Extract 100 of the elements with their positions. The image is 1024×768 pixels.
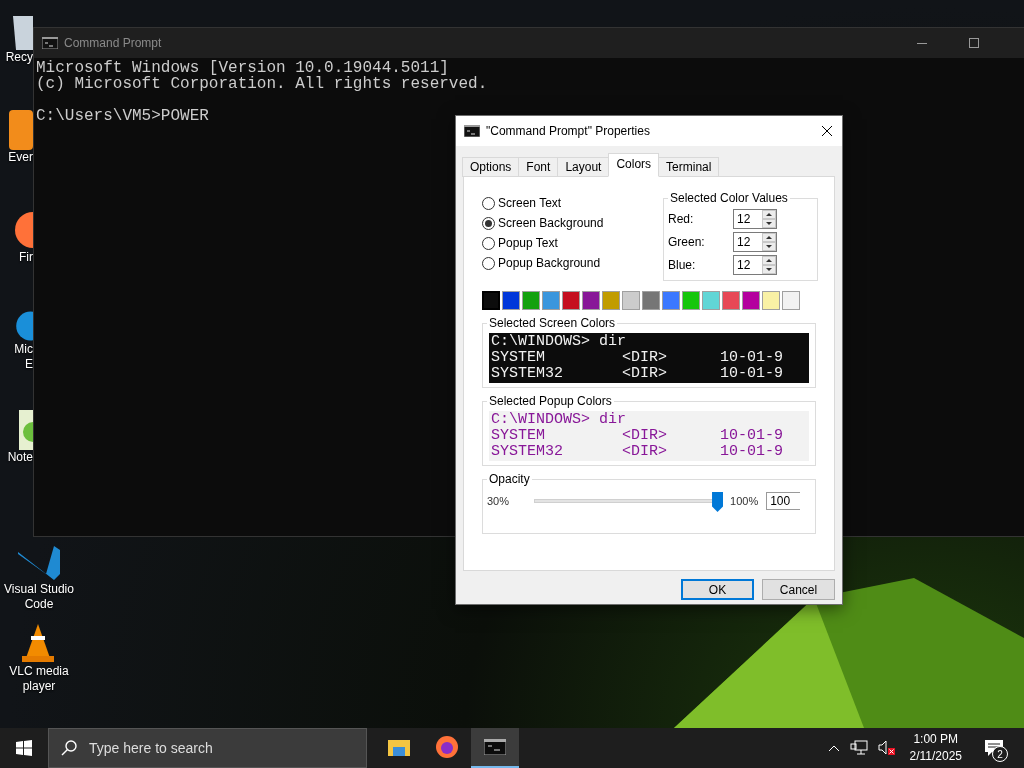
preview-text: 10-01-9 — [720, 366, 784, 382]
value-input[interactable]: 12 — [734, 257, 762, 272]
maximize-icon[interactable] — [969, 38, 979, 48]
color-swatch[interactable] — [482, 291, 500, 310]
desktop-icon-label[interactable]: Fir — [19, 250, 33, 265]
chevron-up-icon[interactable] — [827, 744, 840, 752]
spin-field[interactable]: 12 — [733, 231, 777, 252]
preview-text: <DIR> — [622, 444, 668, 460]
color-swatch[interactable] — [702, 291, 720, 310]
value-input[interactable]: 12 — [734, 234, 762, 249]
preview-text: 10-01-9 — [720, 428, 784, 444]
tab[interactable]: Options — [462, 157, 520, 177]
color-swatch[interactable] — [642, 291, 660, 310]
dialog-button[interactable]: OK — [681, 579, 754, 600]
radio-label[interactable]: Screen Background — [498, 216, 604, 230]
color-swatch[interactable] — [782, 291, 800, 310]
preview-text: SYSTEM — [491, 428, 546, 444]
color-swatch[interactable] — [562, 291, 580, 310]
desktop-icon-label[interactable]: Visual Studio — [4, 582, 74, 597]
color-swatch[interactable] — [542, 291, 560, 310]
notifications-button[interactable]: 2 — [974, 728, 1014, 768]
preview-text: SYSTEM — [491, 350, 546, 366]
down-arrow-icon — [766, 244, 772, 248]
preview-text: <DIR> — [622, 428, 668, 444]
window-title: Command Prompt — [64, 36, 163, 50]
folder-icon — [388, 738, 410, 756]
search-input[interactable]: Type here to search — [87, 739, 366, 757]
radio-button[interactable] — [482, 216, 495, 230]
preview-text: C:\WINDOWS> dir — [491, 412, 628, 428]
color-swatch[interactable] — [602, 291, 620, 310]
spin-up-button[interactable] — [762, 255, 776, 265]
dialog-button[interactable]: Cancel — [762, 579, 835, 600]
preview-text: 10-01-9 — [720, 350, 784, 366]
color-swatch[interactable] — [582, 291, 600, 310]
field-label: Blue: — [668, 257, 697, 272]
radio-button[interactable] — [482, 196, 495, 210]
up-arrow-icon — [766, 212, 772, 216]
spin-up-button[interactable] — [762, 209, 776, 219]
spin-up-button[interactable] — [762, 232, 776, 242]
color-swatch[interactable] — [502, 291, 520, 310]
spin-field[interactable]: 12 — [733, 254, 777, 275]
desktop-icon-label[interactable]: VLC media — [9, 664, 69, 679]
network-icon[interactable] — [849, 740, 868, 756]
close-icon — [821, 125, 833, 137]
group-title: Selected Color Values — [669, 191, 789, 205]
console-text: (c) Microsoft Corporation. All rights reserved. — [36, 76, 489, 92]
opacity-slider[interactable] — [531, 491, 723, 511]
preview-text: <DIR> — [622, 366, 668, 382]
slider-min-label: 30% — [487, 495, 510, 507]
taskbar-app[interactable] — [471, 728, 519, 768]
preview-text: 10-01-9 — [720, 444, 784, 460]
desktop-icon-label[interactable]: player — [22, 679, 56, 694]
color-swatch[interactable] — [622, 291, 640, 310]
color-swatch[interactable] — [662, 291, 680, 310]
console-text: C:\Users\VM5>POWER — [36, 108, 210, 124]
preview-text: SYSTEM32 — [491, 444, 564, 460]
dialog-title: "Command Prompt" Properties — [486, 124, 651, 138]
desktop-icon-label[interactable]: Recy — [5, 50, 33, 65]
color-swatch[interactable] — [522, 291, 540, 310]
clock[interactable]: 1:00 PM 2/11/2025 — [903, 731, 968, 765]
windows-logo-icon — [16, 740, 32, 756]
preview-text: C:\WINDOWS> dir — [491, 334, 628, 350]
tab[interactable]: Terminal — [658, 157, 720, 177]
slider-thumb[interactable] — [712, 492, 724, 512]
radio-label[interactable]: Screen Text — [498, 196, 562, 210]
opacity-field[interactable]: 100 — [766, 492, 801, 510]
value-input[interactable]: 12 — [734, 211, 762, 226]
desktop-icon-label[interactable]: Ever — [8, 150, 33, 165]
tab[interactable]: Layout — [557, 157, 610, 177]
desktop-icon-label[interactable]: Code — [24, 597, 54, 612]
spin-down-button[interactable] — [762, 218, 776, 228]
radio-button[interactable] — [482, 256, 495, 270]
speaker-muted-icon[interactable] — [877, 740, 896, 756]
field-label: Green: — [668, 234, 706, 249]
field-label: Red: — [668, 211, 695, 226]
spin-down-button[interactable] — [762, 241, 776, 251]
spin-down-button[interactable] — [762, 264, 776, 274]
group-title: Selected Screen Colors — [488, 316, 617, 330]
group-title: Opacity — [488, 472, 531, 486]
search-icon — [61, 740, 77, 756]
desktop-icon-label[interactable]: Note — [7, 450, 33, 465]
radio-button[interactable] — [482, 236, 495, 250]
color-swatch[interactable] — [722, 291, 740, 310]
search-box[interactable]: Type here to search — [48, 728, 367, 768]
notification-count: 2 — [992, 746, 1008, 762]
radio-label[interactable]: Popup Text — [498, 236, 558, 250]
up-arrow-icon — [766, 235, 772, 239]
spin-field[interactable]: 12 — [733, 208, 777, 229]
desktop-icon-label[interactable]: Mic — [14, 342, 33, 357]
color-swatch[interactable] — [742, 291, 760, 310]
radio-label[interactable]: Popup Background — [498, 256, 601, 270]
desktop-icon-label[interactable]: E — [25, 357, 33, 372]
tab[interactable]: Colors — [608, 153, 660, 177]
minimize-icon[interactable] — [917, 42, 927, 44]
group-title: Selected Popup Colors — [488, 394, 613, 408]
color-swatch[interactable] — [682, 291, 700, 310]
color-swatch[interactable] — [762, 291, 780, 310]
console-icon — [464, 125, 480, 137]
down-arrow-icon — [766, 221, 772, 225]
console-icon — [42, 37, 58, 49]
